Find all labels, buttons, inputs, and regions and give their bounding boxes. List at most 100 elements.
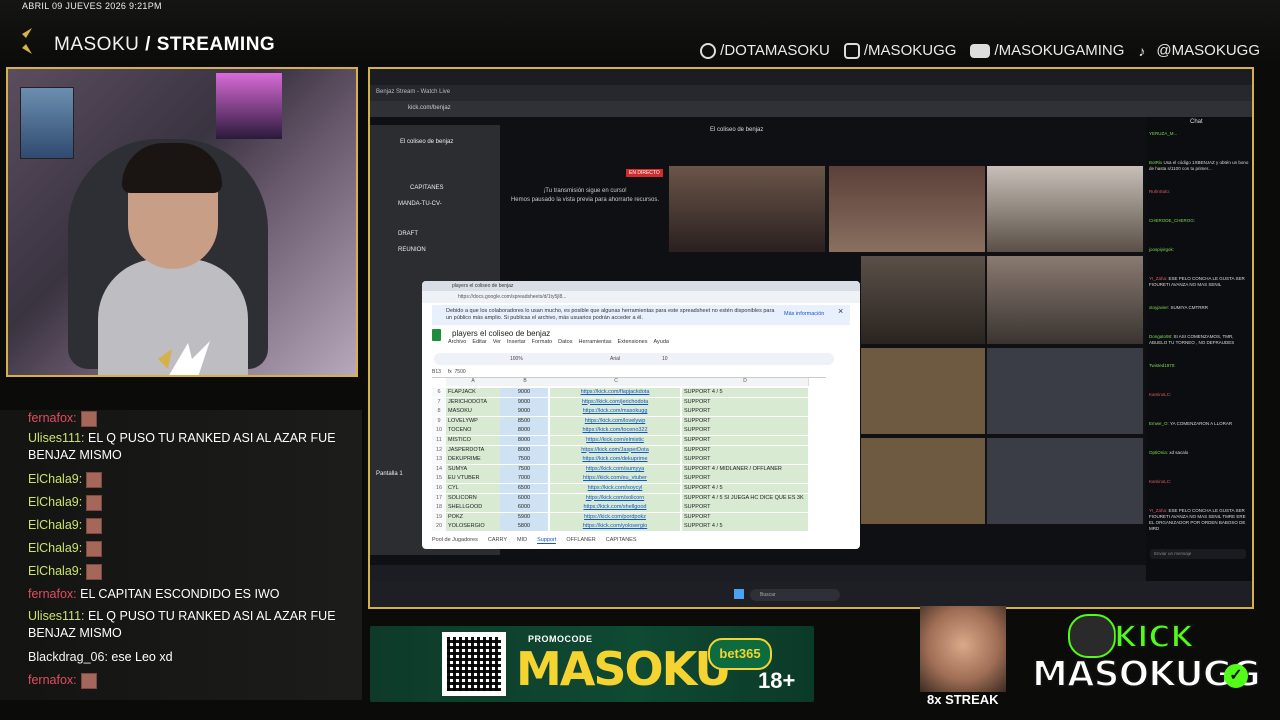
font-size-input[interactable]: 10 [662,356,668,362]
cell-player-name[interactable]: CYL [446,484,500,493]
video-tile[interactable] [860,255,986,345]
cell-mmr[interactable]: 8000 [500,445,548,455]
sheets-doc-title[interactable]: players el coliseo de benjaz [452,329,550,338]
cell-kick-link[interactable]: https://kick.com/jerichodota [550,397,680,407]
cell-role[interactable]: SUPPORT [682,503,808,513]
menu-item[interactable]: Herramientas [579,339,612,345]
cell-player-name[interactable]: EU VTUBER [446,474,500,484]
video-tile[interactable] [986,165,1144,253]
menu-item[interactable]: Ayuda [653,339,669,345]
cell-kick-link[interactable]: https://kick.com/JasperDota [550,445,680,455]
cell-role[interactable]: SUPPORT [682,512,808,522]
cell-mmr[interactable]: 8000 [500,436,548,445]
menu-item[interactable]: Datos [558,339,572,345]
cell-kick-link[interactable]: https://kick.com/shellgood [550,503,680,513]
cell-role[interactable]: SUPPORT [682,455,808,465]
video-tile[interactable] [828,165,986,253]
cell-kick-link[interactable]: https://kick.com/eu_vtuber [550,474,680,484]
cell-kick-link[interactable]: https://kick.com/elmistic [550,436,680,445]
kick-chat-username[interactable]: Dongato98: [1149,334,1172,339]
menu-item[interactable]: Extensiones [618,339,648,345]
cell-role[interactable]: SUPPORT [682,416,808,426]
cell-mmr[interactable]: 9000 [500,397,548,407]
cell-role[interactable]: SUPPORT 4 / 5 [682,388,808,397]
column-header[interactable]: D [682,378,809,386]
discord-channel[interactable]: REUNION [398,247,426,253]
taskbar-search[interactable]: Buscar [750,589,840,601]
video-tile[interactable] [986,347,1144,435]
cell-role[interactable]: SUPPORT [682,407,808,417]
windows-start-icon[interactable] [734,589,744,599]
cell-mmr[interactable]: 7500 [500,455,548,465]
row-number[interactable]: 14 [432,464,446,474]
cell-kick-link[interactable]: https://kick.com/soycyl [550,484,680,493]
sheet-tab-active[interactable]: Support [537,537,557,544]
cell-role[interactable]: SUPPORT [682,474,808,484]
cell-kick-link[interactable]: https://kick.com/masokugg [550,407,680,417]
cell-mmr[interactable]: 8000 [500,426,548,436]
kick-chat-username[interactable]: Twisted1970: [1149,363,1176,368]
zoom-select[interactable]: 100% [510,356,523,362]
cell-player-name[interactable]: DEKUPRIME [446,455,500,465]
row-number[interactable]: 11 [432,436,446,445]
formula-value[interactable]: 7500 [455,369,466,375]
cell-mmr[interactable]: 8500 [500,416,548,426]
cell-kick-link[interactable]: https://kick.com/lovelywp [550,416,680,426]
row-number[interactable]: 16 [432,484,446,493]
video-tile[interactable] [860,347,986,435]
cell-mmr[interactable]: 9000 [500,407,548,417]
cell-kick-link[interactable]: https://kick.com/yolosergio [550,522,680,532]
kick-chat-username[interactable]: Emwe_O: [1149,421,1169,426]
browser-address-bar[interactable]: kick.com/benjaz [370,101,1252,117]
cell-kick-link[interactable]: https://kick.com/solicorn [550,493,680,503]
row-number[interactable]: 7 [432,397,446,407]
discord-server-name[interactable]: El coliseo de benjaz [400,139,453,145]
discord-channel[interactable]: Pantalla 1 [376,471,403,477]
cell-mmr[interactable]: 5800 [500,522,548,532]
video-tile[interactable] [668,165,826,253]
kick-chat-username[interactable]: YI_Zaha: [1149,508,1167,513]
row-number[interactable]: 10 [432,426,446,436]
sheets-address-bar[interactable]: https://docs.google.com/spreadsheets/d/1… [422,291,860,303]
discord-channel[interactable]: DRAFT [398,231,418,237]
menu-item[interactable]: Formato [532,339,552,345]
cell-player-name[interactable]: SOLICORN [446,493,500,503]
cell-role[interactable]: SUPPORT [682,426,808,436]
cell-role[interactable]: SUPPORT 4 / 5 [682,522,808,532]
kick-chat-username[interactable]: YERUZA_M... [1149,131,1177,136]
cell-player-name[interactable]: FLAPJACK [446,388,500,397]
row-number[interactable]: 18 [432,503,446,513]
video-tile[interactable] [986,255,1144,345]
menu-item[interactable]: Editar [472,339,486,345]
browser-url[interactable]: kick.com/benjaz [408,105,451,111]
cell-kick-link[interactable]: https://kick.com/flapjackdota [550,388,680,397]
kick-chat-username[interactable]: YI_Zaha: [1149,276,1167,281]
cell-role[interactable]: SUPPORT 4 / 5 [682,484,808,493]
cell-mmr[interactable]: 7500 [500,464,548,474]
row-number[interactable]: 19 [432,512,446,522]
row-number[interactable]: 15 [432,474,446,484]
cell-player-name[interactable]: YOLOSERGIO [446,522,500,532]
kick-chat-username[interactable]: RuhnSolo: [1149,189,1170,194]
sheets-browser-tab[interactable]: players el coliseo de benjaz [452,283,513,289]
video-tile[interactable] [986,437,1144,525]
cell-kick-link[interactable]: https://kick.com/dekuprime [550,455,680,465]
kick-chat-input[interactable]: Enviar un mensaje [1150,549,1246,559]
discord-channel[interactable]: CAPITANES [410,185,444,191]
kick-chat-username[interactable]: joospiyirgok: [1149,247,1174,252]
cell-role[interactable]: SUPPORT [682,436,808,445]
cell-player-name[interactable]: MISTICO [446,436,500,445]
sheets-url[interactable]: https://docs.google.com/spreadsheets/d/1… [458,294,566,300]
row-number[interactable]: 20 [432,522,446,532]
cell-mmr[interactable]: 6500 [500,484,548,493]
menu-item[interactable]: Ver [493,339,501,345]
close-icon[interactable]: × [838,307,843,316]
discord-channel[interactable]: MANDA-TU-CV- [398,201,442,207]
browser-tab[interactable]: Benjaz Stream - Watch Live [376,89,450,95]
cell-mmr[interactable]: 6000 [500,493,548,503]
sheet-tab[interactable]: CARRY [488,537,507,544]
sheet-tab[interactable]: MID [517,537,527,544]
sheet-tab[interactable]: CAPITANES [606,537,637,544]
kick-chat-username[interactable]: xtoyjavier: [1149,305,1169,310]
cell-mmr[interactable]: 7000 [500,474,548,484]
